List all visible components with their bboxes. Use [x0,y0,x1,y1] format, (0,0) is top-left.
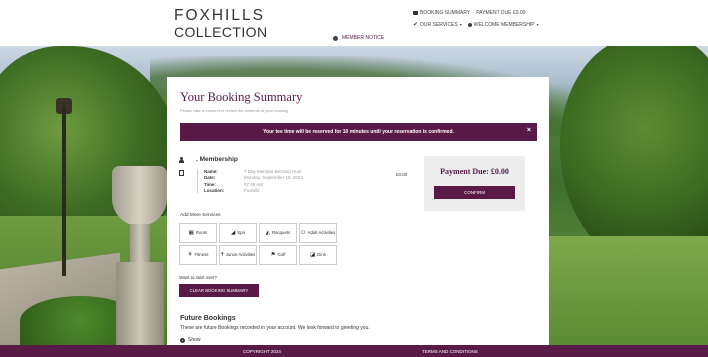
member-notice-label: MEMBER NOTICE [342,35,385,41]
service-label: Dine [317,251,327,257]
service-junior-activities-button[interactable]: ☨ Junior Activities [219,245,257,265]
service-label: Room [195,229,208,235]
alert-text: Your tee time will be reserved for 10 mi… [263,129,454,135]
service-fitness-button[interactable]: ⚘ Fitness [179,245,217,265]
page-title: Your Booking Summary [180,90,303,104]
calendar-icon [179,170,184,176]
foxhills-logo[interactable]: FOXHILLS COLLECTION [174,7,268,40]
membership-booking: . Membership Name: 7 Day Member Bernard … [179,156,419,193]
chevron-down-icon: ▾ [536,22,539,27]
leaf-icon: ◢ [231,229,236,236]
reservation-alert: Your tee time will be reserved for 10 mi… [180,123,537,141]
confirm-button[interactable]: CONFIRM [434,186,515,199]
service-room-button[interactable]: ▦ Room [179,223,217,243]
logo-line1: FOXHILLS [174,7,265,24]
booking-price: £0.00 [396,172,408,177]
golf-flag-icon: ⚑ [270,251,276,258]
payment-due: Payment Due: £0.00 [440,167,509,176]
payment-due-link[interactable]: PAYMENT DUE £0.00 [476,10,525,16]
plus-icon: + [180,337,185,343]
info-icon [333,35,338,41]
site-header: FOXHILLS COLLECTION BOOKING SUMMARY PAYM… [0,0,708,46]
lawn-right [545,236,708,346]
service-spa-button[interactable]: ◢ Spa [219,223,257,243]
membership-heading: . Membership [196,156,238,163]
service-dine-button[interactable]: ◪ Dine [299,245,337,265]
copyright: COPYRIGHT 2024 [243,348,281,354]
fitness-icon: ⚘ [187,251,193,258]
page-subtitle: Please take a moment to review the conte… [180,108,289,113]
booking-details: Name: 7 Day Member Bernard Hunt Date: Mo… [197,169,364,193]
service-racquets-button[interactable]: ◭ Racquets [259,223,297,243]
our-services-menu[interactable]: ✔ OUR SERVICES ▾ [413,21,462,29]
service-label: Golf [277,251,286,257]
check-icon: ✔ [413,22,419,28]
payment-panel: Payment Due: £0.00 CONFIRM [424,156,525,211]
service-label: Racquets [272,229,291,235]
close-icon[interactable]: × [527,127,531,134]
date-value: Monday, September 16, 2024 [244,175,303,181]
junior-activities-icon: ☨ [220,251,224,258]
service-label: Fitness [194,251,209,257]
service-label: Spa [237,229,245,235]
bed-icon: ▦ [188,229,194,236]
show-label: Show [188,337,201,343]
booking-summary-link[interactable]: BOOKING SUMMARY [413,10,470,16]
time-value: 07:45 AM [244,181,264,187]
top-nav: BOOKING SUMMARY PAYMENT DUE £0.00 ✔ OUR … [413,10,539,33]
stone-urn [112,166,167,346]
show-toggle[interactable]: + Show [180,337,201,343]
user-icon [467,22,472,27]
service-golf-button[interactable]: ⚑ Golf [259,245,297,265]
adult-activities-icon: ⚇ [300,229,306,236]
service-label: Junior Activities [225,251,256,257]
terms-link[interactable]: TERMS AND CONDITIONS [422,349,478,354]
services-grid: ▦ Room ◢ Spa ◭ Racquets ⚇ Adult Activities ⚘ Fitn… [179,223,337,265]
add-more-services-title: Add More Services [180,213,221,218]
racquet-icon: ◭ [265,229,271,236]
member-notice-link[interactable]: MEMBER NOTICE [333,35,384,41]
site-footer: COPYRIGHT 2024 TERMS AND CONDITIONS [0,345,708,357]
logo-line2: COLLECTION [174,23,268,40]
name-label: Name: [204,169,218,174]
service-adult-activities-button[interactable]: ⚇ Adult Activities [299,223,337,243]
future-bookings-text: These are future Bookings recorded in yo… [180,325,370,331]
date-label: Date: [204,175,216,181]
cart-icon [413,11,418,15]
time-label: Time: [204,181,216,187]
service-label: Adult Activities [307,229,336,235]
future-bookings-title: Future Bookings [180,315,236,322]
chevron-down-icon: ▾ [459,22,462,27]
location-value: Foxhills [244,187,260,193]
location-label: Location: [204,187,225,193]
welcome-label: WELCOME MEMBERSHIP [473,21,535,28]
clear-booking-summary-button[interactable]: CLEAR BOOKING SUMMARY [179,284,259,297]
name-value: 7 Day Member Bernard Hunt [244,169,302,174]
dine-icon: ◪ [309,251,316,258]
our-services-label: OUR SERVICES [420,21,458,28]
welcome-membership-menu[interactable]: WELCOME MEMBERSHIP ▾ [467,21,539,28]
lamp-post [62,106,66,276]
booking-summary-card: Your Booking Summary Please take a momen… [167,77,549,345]
start-over-prompt: Want to start over? [179,275,217,280]
person-icon [179,156,184,163]
booking-summary-label: BOOKING SUMMARY [420,10,471,16]
tree-right [560,46,708,266]
